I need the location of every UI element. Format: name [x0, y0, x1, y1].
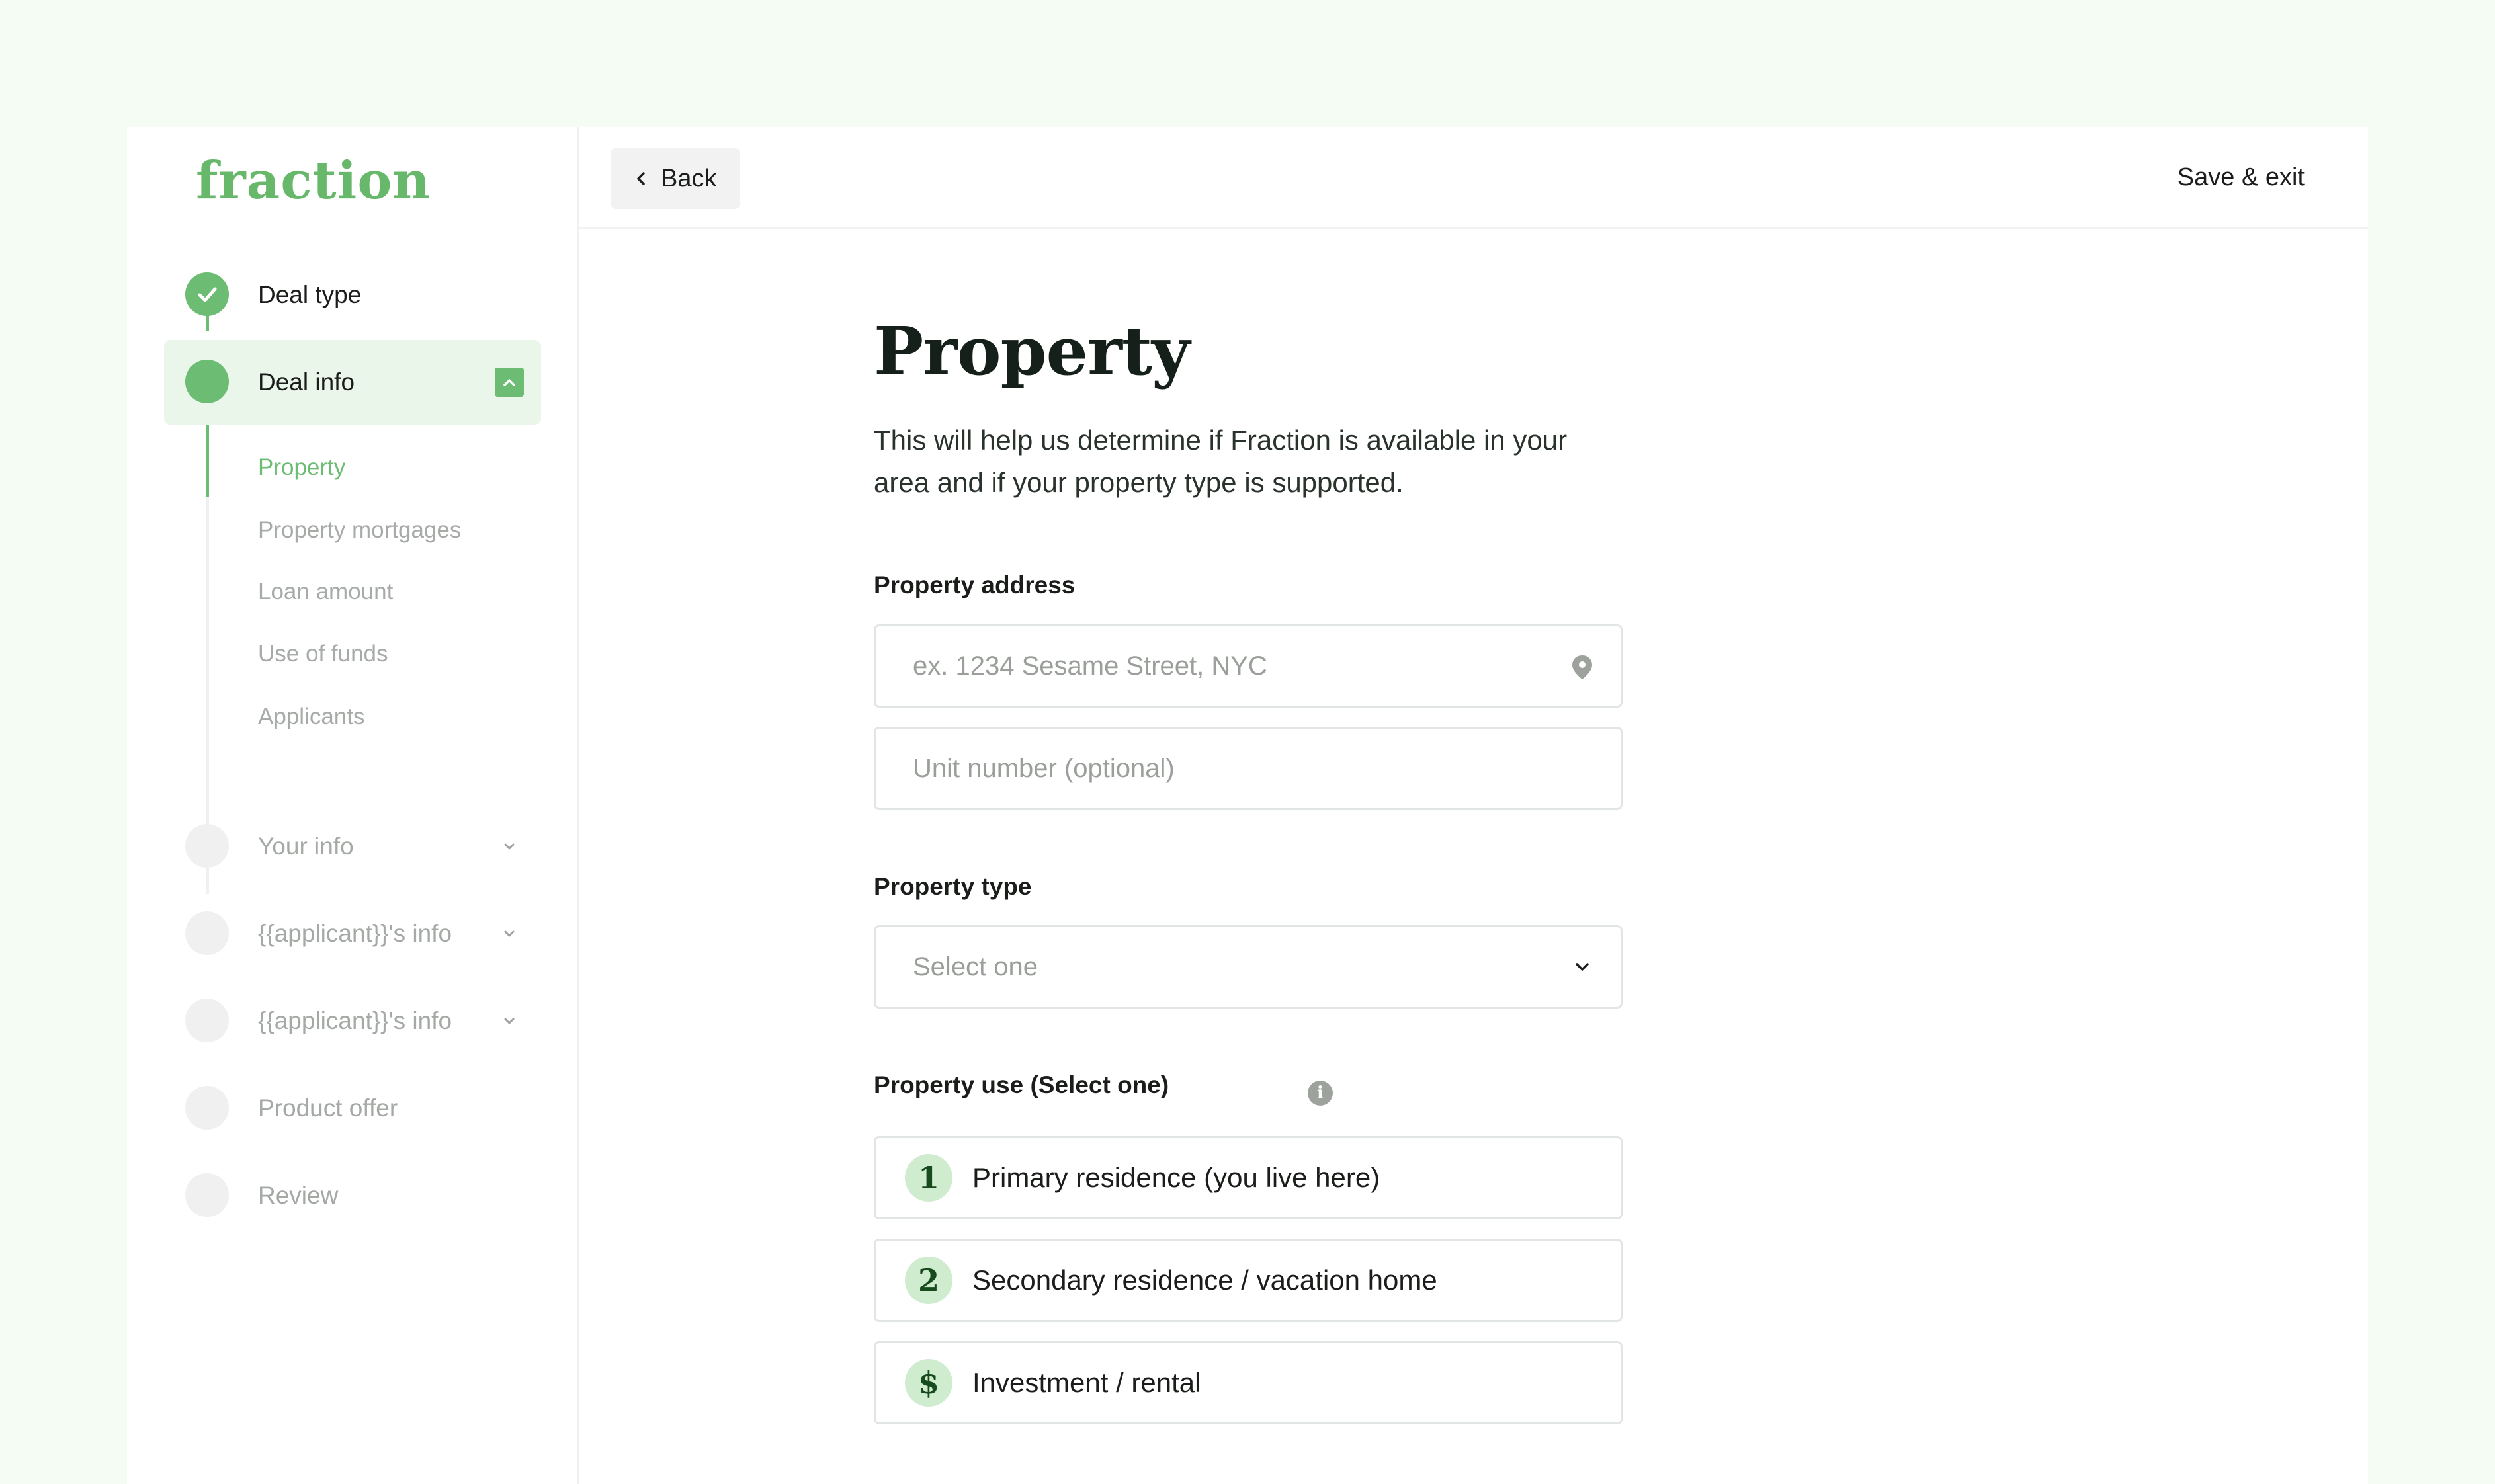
property-address-label: Property address [874, 571, 1076, 598]
property-address-input[interactable] [876, 626, 1621, 706]
step-status-circle [185, 999, 229, 1042]
page-title: Property [874, 312, 1190, 390]
info-icon[interactable]: i [1308, 1081, 1333, 1106]
back-button-label: Back [661, 165, 717, 192]
sidebar-substep-use-of-funds[interactable]: Use of funds [258, 634, 388, 674]
unit-number-field[interactable] [874, 727, 1623, 810]
sidebar-step-label: {{applicant}}'s info [258, 920, 452, 947]
sidebar-step-label: Your info [258, 833, 354, 860]
location-pin-icon [1572, 655, 1592, 679]
sidebar-step-review[interactable]: Review [164, 1153, 541, 1238]
brand-logo: fraction [196, 151, 431, 211]
sidebar-substep-applicants[interactable]: Applicants [258, 697, 364, 737]
save-exit-button[interactable]: Save & exit [2178, 127, 2305, 227]
sidebar-substep-property-mortgages[interactable]: Property mortgages [258, 511, 461, 550]
chevron-down-icon[interactable] [495, 1007, 524, 1036]
sidebar-step-label: Deal info [258, 368, 355, 395]
sidebar-step-label: Product offer [258, 1094, 398, 1122]
property-use-option-primary[interactable]: 1 Primary residence (you live here) [874, 1136, 1623, 1219]
page-subtitle: This will help us determine if Fraction … [874, 425, 1568, 498]
step-status-circle [185, 1173, 229, 1217]
sidebar-step-your-info[interactable]: Your info [164, 804, 541, 889]
sidebar-step-applicant-info[interactable]: {{applicant}}'s info [164, 891, 541, 976]
chevron-down-icon[interactable] [495, 919, 524, 948]
option-badge: 2 [905, 1257, 952, 1304]
main-content: Property This will help us determine if … [579, 227, 2368, 1484]
step-status-circle [185, 272, 229, 316]
sidebar-substep-loan-amount[interactable]: Loan amount [258, 572, 393, 612]
option-badge: 1 [905, 1154, 952, 1202]
back-button[interactable]: Back [611, 148, 740, 209]
step-status-circle [185, 360, 229, 403]
chevron-up-icon[interactable] [495, 368, 524, 397]
step-connector [206, 425, 209, 497]
chevron-down-icon[interactable] [495, 832, 524, 861]
property-use-option-secondary[interactable]: 2 Secondary residence / vacation home [874, 1239, 1623, 1322]
unit-number-input[interactable] [876, 729, 1621, 808]
sidebar-step-applicant-info[interactable]: {{applicant}}'s info [164, 979, 541, 1063]
property-type-select[interactable]: Select one [874, 925, 1623, 1009]
property-address-field[interactable] [874, 624, 1623, 708]
sidebar-step-label: {{applicant}}'s info [258, 1007, 452, 1034]
option-label: Secondary residence / vacation home [972, 1264, 1437, 1296]
step-status-circle [185, 1086, 229, 1130]
top-bar: Back Save & exit [579, 127, 2368, 229]
check-icon [198, 287, 217, 302]
step-status-circle [185, 911, 229, 955]
chevron-down-icon [1576, 963, 1589, 971]
step-status-circle [185, 824, 229, 868]
dollar-icon: $ [905, 1359, 952, 1407]
chevron-left-icon [637, 172, 645, 185]
sidebar-step-label: Deal type [258, 281, 362, 308]
sidebar-step-product-offer[interactable]: Product offer [164, 1066, 541, 1151]
sidebar-step-deal-type[interactable]: Deal type [164, 253, 541, 337]
sidebar-substep-property[interactable]: Property [258, 448, 345, 487]
app-card: fraction Deal type Deal info Property Pr… [127, 127, 2368, 1484]
property-use-label: Property use (Select one) [874, 1071, 1169, 1098]
sidebar-step-label: Review [258, 1182, 339, 1209]
sidebar: fraction Deal type Deal info Property Pr… [127, 127, 579, 1484]
property-type-selected-value: Select one [913, 952, 1038, 981]
property-type-label: Property type [874, 873, 1032, 900]
sidebar-step-deal-info[interactable]: Deal info [164, 340, 541, 425]
option-label: Investment / rental [972, 1367, 1201, 1398]
option-label: Primary residence (you live here) [972, 1162, 1380, 1193]
property-use-option-investment[interactable]: $ Investment / rental [874, 1341, 1623, 1424]
